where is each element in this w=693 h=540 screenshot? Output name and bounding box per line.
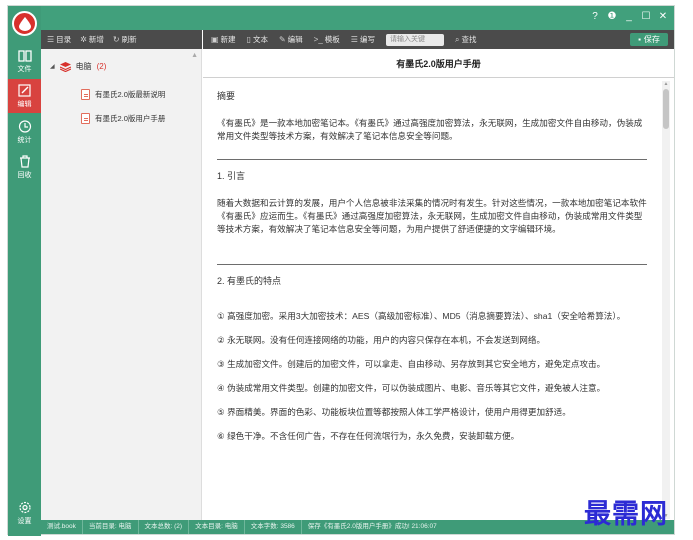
list-icon: ☰ — [47, 35, 55, 44]
collapse-caret-icon[interactable]: ◢ — [50, 63, 55, 70]
edit-label: 编辑 — [287, 35, 303, 44]
scroll-up-icon[interactable]: ▲ — [662, 81, 670, 87]
tree-root-count: (2) — [96, 62, 107, 71]
notebook-tree: ▲ ◢ 电脑 (2) 有墨氏2.0版最新说明 有墨氏2.0版用户手册 — [41, 49, 202, 522]
maximize-icon[interactable]: ☐ — [641, 11, 651, 22]
help-icon[interactable]: ? — [590, 11, 600, 22]
edit-icon — [17, 83, 31, 97]
pencil-icon: ✎ — [278, 35, 286, 44]
status-text-dir: 文本目录: 电脑 — [189, 520, 245, 534]
trash-icon — [19, 154, 30, 168]
status-word-count: 文本字数: 3586 — [245, 520, 302, 534]
section-heading: 2. 有墨氏的特点 — [217, 276, 282, 286]
scroll-up-icon[interactable]: ▲ — [191, 52, 198, 59]
tree-root-label: 电脑 — [75, 62, 92, 71]
feature-item: ④ 伪装成常用文件类型。创建的加密文件，可以伪装成图片、电影、音乐等其它文件，避… — [217, 383, 606, 393]
add-label: 新增 — [88, 35, 104, 44]
status-bar: 测试.book 当前目录: 电脑 文本总数: (2) 文本目录: 电脑 文本字数… — [41, 520, 674, 534]
divider — [217, 264, 647, 265]
app-window: 文件 编辑 统计 回收 设置 ? ❶ _ ☐ ✕ ☰ 目录 ✲ 新增 ↻ 刷新 … — [7, 5, 675, 536]
refresh-button[interactable]: ↻ 刷新 — [113, 34, 137, 45]
status-text-count: 文本总数: (2) — [139, 520, 190, 534]
status-book: 测试.book — [41, 520, 83, 534]
minimize-icon[interactable]: _ — [624, 11, 634, 22]
scrollbar-thumb[interactable] — [663, 89, 669, 129]
feature-item: ⑤ 界面精美。界面的色彩、功能板块位置等都按照人体工学严格设计，使用户用得更加舒… — [217, 407, 571, 417]
terminal-icon: >_ — [313, 35, 323, 44]
status-current-dir: 当前目录: 电脑 — [83, 520, 139, 534]
find-label: 查找 — [461, 35, 477, 44]
close-icon[interactable]: ✕ — [658, 11, 668, 22]
paragraph: 随着大数据和云计算的发展，用户个人信息被非法采集的情况时有发生。针对这些情况，一… — [217, 198, 647, 234]
rail-item-stats[interactable]: 统计 — [8, 115, 41, 149]
paragraph: 《有墨氏》是一款本地加密笔记本。《有墨氏》通过高强度加密算法，永无联网，生成加密… — [217, 118, 643, 141]
find-button[interactable]: ⌕ 查找 — [455, 34, 476, 45]
document-editor[interactable]: 摘要 《有墨氏》是一款本地加密笔记本。《有墨氏》通过高强度加密算法，永无联网，生… — [203, 78, 659, 522]
divider — [217, 159, 647, 160]
app-logo-icon — [12, 11, 37, 36]
rail-item-label: 回收 — [17, 171, 32, 179]
save-button[interactable]: ▪ 保存 — [630, 33, 668, 46]
title-bar: ? ❶ _ ☐ ✕ — [41, 6, 674, 30]
add-folder-button[interactable]: ✲ 新增 — [80, 34, 104, 45]
tree-node-label: 有墨氏2.0版用户手册 — [95, 114, 166, 123]
tree-toolbar: ☰ 目录 ✲ 新增 ↻ 刷新 — [41, 30, 202, 49]
rail-item-label: 文件 — [17, 65, 32, 73]
tree-root-computer[interactable]: ◢ 电脑 (2) — [50, 61, 106, 72]
document-icon — [81, 113, 90, 124]
rail-item-file[interactable]: 文件 — [8, 44, 41, 78]
rail-item-label: 设置 — [17, 517, 32, 525]
rail-item-settings[interactable]: 设置 — [8, 496, 41, 530]
clock-icon — [18, 119, 31, 133]
document-icon — [81, 89, 90, 100]
feature-item: ① 高强度加密。采用3大加密技术：AES（高级加密标准）、MD5（消息摘要算法）… — [217, 311, 626, 321]
rail-item-label: 统计 — [17, 136, 32, 144]
document-scrollbar[interactable]: ▲ ▼ — [662, 81, 670, 519]
format-label: 编写 — [359, 35, 375, 44]
new-button[interactable]: ▣ 新建 — [211, 34, 236, 45]
refresh-icon: ↻ — [112, 35, 120, 44]
search-icon: ⌕ — [454, 34, 460, 44]
text-button[interactable]: ▯ 文本 — [247, 34, 268, 45]
edit-button[interactable]: ✎ 编辑 — [279, 34, 303, 45]
tree-node-label: 有墨氏2.0版最新说明 — [95, 90, 166, 99]
template-button[interactable]: >_ 模板 — [314, 34, 340, 45]
rail-item-recycle[interactable]: 回收 — [8, 150, 41, 184]
watermark: 最需网 — [584, 499, 668, 530]
info-icon[interactable]: ❶ — [607, 11, 617, 22]
catalog-button[interactable]: ☰ 目录 — [47, 34, 71, 45]
save-icon: ▪ — [638, 35, 641, 44]
feature-item: ③ 生成加密文件。创建后的加密文件，可以拿走、自由移动、另存放到其它安全地方，避… — [217, 359, 606, 369]
document-icon: ▯ — [246, 35, 251, 44]
tree-node-doc[interactable]: 有墨氏2.0版最新说明 — [81, 89, 165, 100]
new-file-icon: ▣ — [211, 35, 219, 44]
section-heading: 摘要 — [217, 91, 236, 101]
rail-item-edit[interactable]: 编辑 — [8, 79, 41, 113]
book-icon — [17, 49, 32, 62]
catalog-label: 目录 — [56, 35, 72, 44]
document-title: 有墨氏2.0版用户手册 — [203, 49, 674, 78]
stack-icon — [59, 61, 71, 72]
template-label: 模板 — [324, 35, 340, 44]
search-input[interactable]: 请输入关键 — [385, 33, 444, 46]
left-rail: 文件 编辑 统计 回收 设置 — [8, 6, 41, 536]
feature-item: ⑥ 绿色干净。不含任何广告，不存在任何流氓行为，永久免费，安装卸载方便。 — [217, 431, 520, 441]
text-label: 文本 — [252, 35, 268, 44]
save-label: 保存 — [643, 35, 660, 44]
editor-toolbar: ▣ 新建 ▯ 文本 ✎ 编辑 >_ 模板 ☰ 编写 请输入关键 ⌕ 查找 ▪ 保存 — [203, 30, 674, 49]
refresh-label: 刷新 — [121, 35, 137, 44]
list-icon: ☰ — [350, 35, 358, 44]
gear-icon — [18, 501, 31, 513]
status-save-message: 保存《有墨氏2.0版用户手册》成功! 21:06:07 — [307, 523, 437, 530]
new-label: 新建 — [220, 35, 236, 44]
section-heading: 1. 引言 — [217, 171, 246, 181]
rail-item-label: 编辑 — [17, 100, 32, 108]
tree-node-doc[interactable]: 有墨氏2.0版用户手册 — [81, 113, 165, 124]
format-button[interactable]: ☰ 编写 — [351, 34, 375, 45]
feature-item: ② 永无联网。没有任何连接网络的功能，用户的内容只保存在本机，不会发送到网络。 — [217, 335, 546, 345]
window-controls: ? ❶ _ ☐ ✕ — [590, 11, 668, 22]
settings-icon: ✲ — [80, 35, 87, 44]
